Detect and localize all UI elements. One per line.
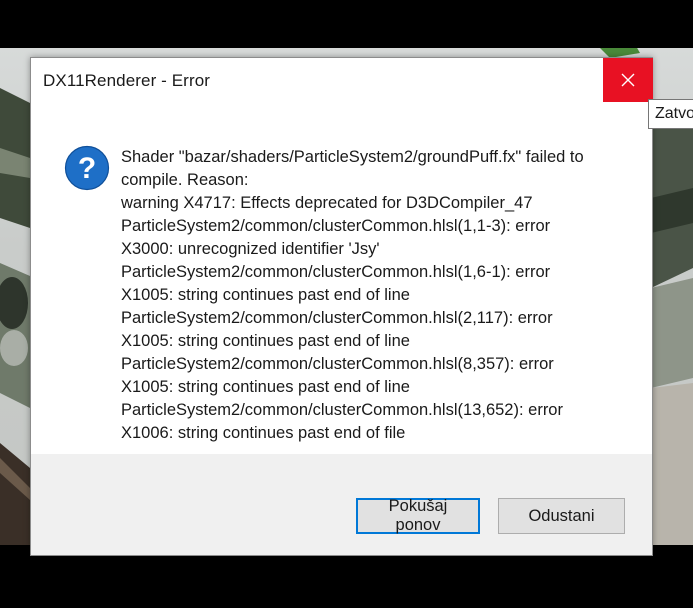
message-line: X1005: string continues past end of line bbox=[121, 378, 410, 396]
message-line: compile. Reason: bbox=[121, 171, 249, 189]
dialog-title: DX11Renderer - Error bbox=[43, 71, 211, 90]
dialog-titlebar[interactable]: DX11Renderer - Error bbox=[31, 58, 653, 102]
retry-button[interactable]: Pokušaj ponov bbox=[356, 497, 480, 534]
screen: DX11Renderer - Error ? Shader "bazar/sha… bbox=[0, 0, 693, 608]
close-icon bbox=[621, 73, 635, 87]
message-line: Shader "bazar/shaders/ParticleSystem2/gr… bbox=[121, 148, 584, 166]
message-line: X1005: string continues past end of line bbox=[121, 332, 410, 350]
message-line: X3000: unrecognized identifier 'Jsy' bbox=[121, 240, 380, 258]
message-line: X1006: string continues past end of file bbox=[121, 424, 406, 442]
svg-text:?: ? bbox=[78, 152, 96, 185]
message-line: ParticleSystem2/common/clusterCommon.hls… bbox=[121, 401, 563, 419]
cancel-button[interactable]: Odustani bbox=[498, 498, 625, 534]
message-line: ParticleSystem2/common/clusterCommon.hls… bbox=[121, 263, 551, 281]
message-line: X1005: string continues past end of line bbox=[121, 286, 410, 304]
question-icon: ? bbox=[64, 145, 110, 191]
error-dialog: DX11Renderer - Error ? Shader "bazar/sha… bbox=[30, 57, 653, 556]
dialog-button-bar: Pokušaj ponov Odustani bbox=[31, 454, 652, 555]
message-line: ParticleSystem2/common/clusterCommon.hls… bbox=[121, 309, 553, 327]
close-button[interactable] bbox=[603, 58, 653, 102]
message-line: warning X4717: Effects deprecated for D3… bbox=[121, 194, 533, 212]
message-line: ParticleSystem2/common/clusterCommon.hls… bbox=[121, 217, 551, 235]
close-tooltip: Zatvo bbox=[648, 99, 693, 129]
message-line: ParticleSystem2/common/clusterCommon.hls… bbox=[121, 355, 554, 373]
dialog-content: ? Shader "bazar/shaders/ParticleSystem2/… bbox=[31, 102, 652, 454]
error-message: Shader "bazar/shaders/ParticleSystem2/gr… bbox=[121, 146, 621, 445]
